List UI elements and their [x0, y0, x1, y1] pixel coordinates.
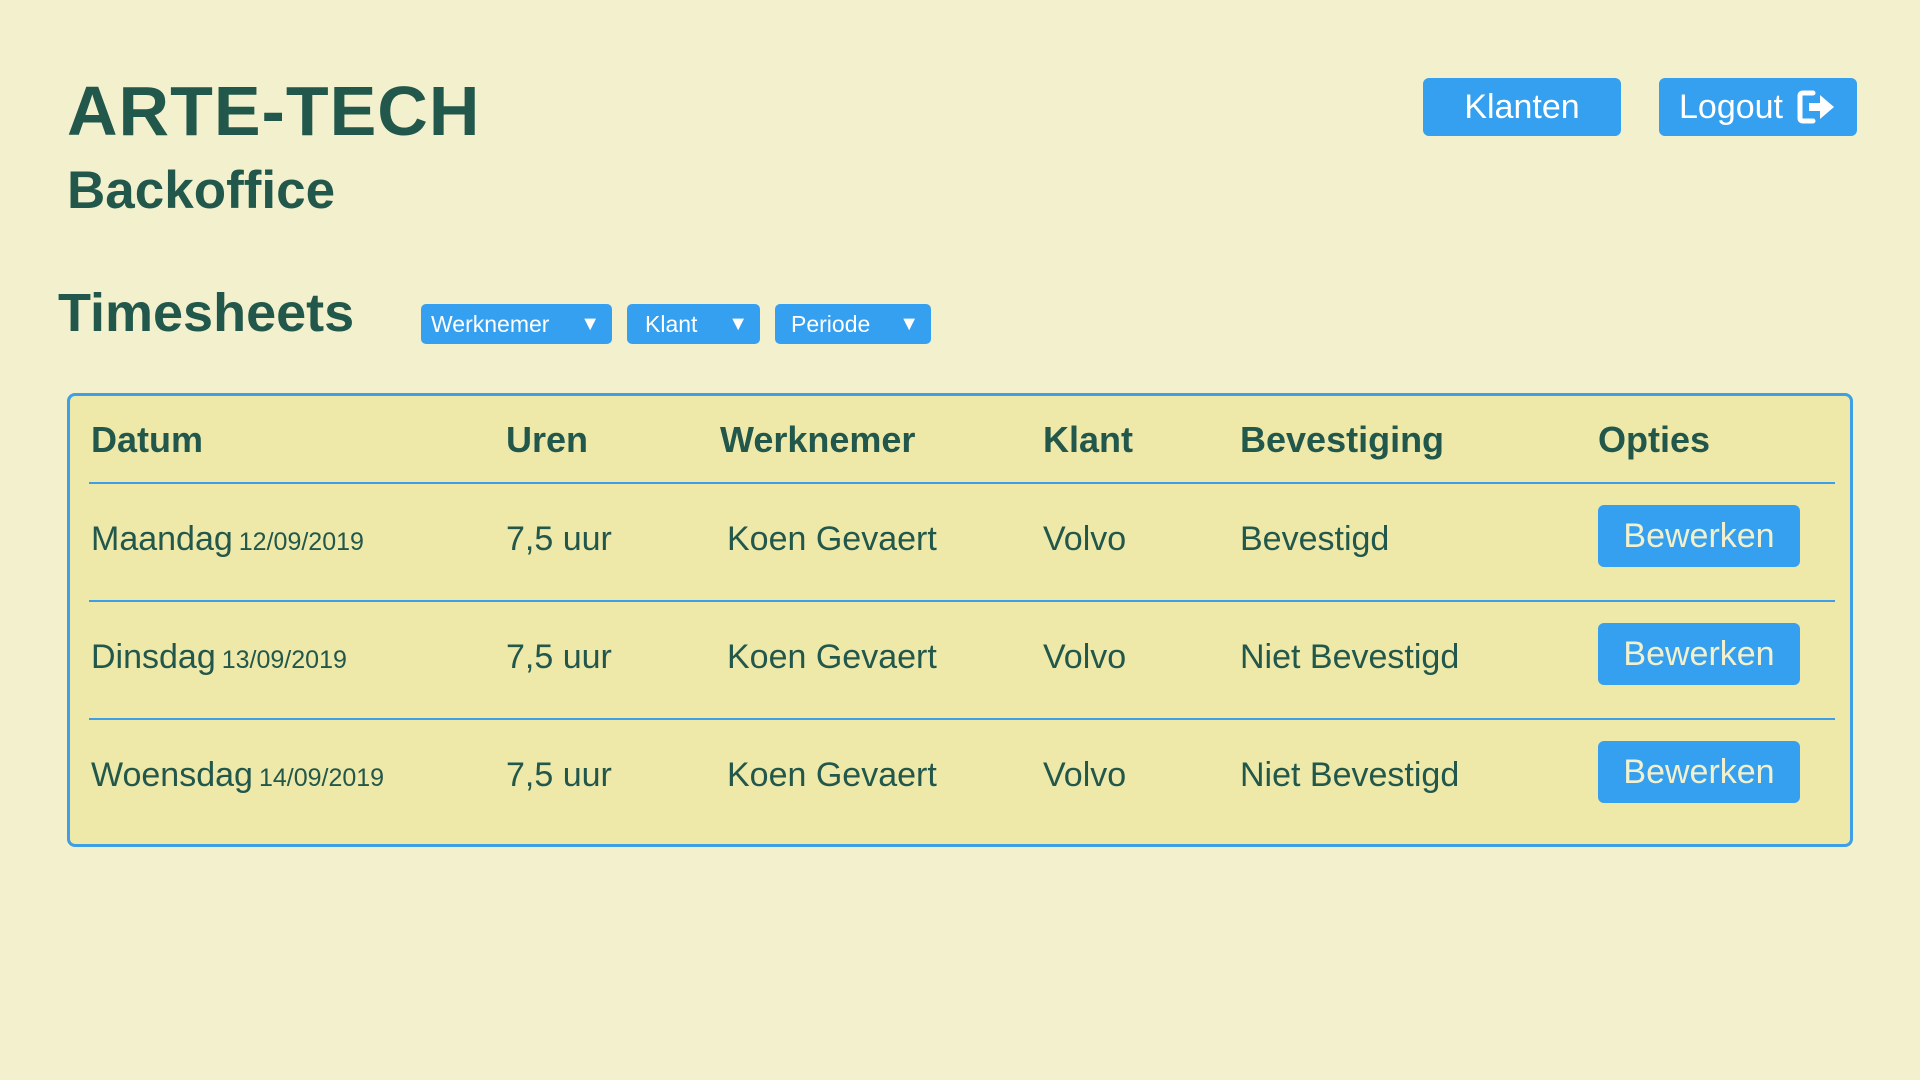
- filter-bar: Werknemer ▼ Klant ▼ Periode ▼: [421, 304, 931, 344]
- edit-button[interactable]: Bewerken: [1598, 623, 1800, 685]
- filter-werknemer-dropdown[interactable]: Werknemer ▼: [421, 304, 612, 344]
- filter-klant-dropdown[interactable]: Klant ▼: [627, 304, 760, 344]
- caret-down-icon: ▼: [580, 313, 600, 335]
- table-row: Dinsdag 13/09/2019 7,5 uur Koen Gevaert V…: [70, 602, 1850, 718]
- table-row: Maandag 12/09/2019 7,5 uur Koen Gevaert V…: [70, 484, 1850, 600]
- day-name: Woensdag: [91, 756, 253, 794]
- klanten-button-label: Klanten: [1464, 87, 1580, 126]
- filter-periode-dropdown[interactable]: Periode ▼: [775, 304, 931, 344]
- cell-klant: Volvo: [1043, 638, 1127, 676]
- logout-button-label: Logout: [1679, 87, 1783, 126]
- edit-button[interactable]: Bewerken: [1598, 741, 1800, 803]
- sign-out-icon: [1797, 90, 1837, 124]
- brand-subtitle: Backoffice: [67, 161, 336, 220]
- cell-bevestiging: Bevestigd: [1240, 520, 1390, 558]
- cell-werknemer: Koen Gevaert: [727, 638, 937, 676]
- page-title: Timesheets: [58, 283, 355, 343]
- day-date: 13/09/2019: [221, 646, 347, 674]
- brand: ARTE-TECH Backoffice: [67, 66, 480, 226]
- column-header-datum: Datum: [91, 419, 204, 460]
- column-header-uren: Uren: [506, 419, 589, 460]
- column-header-klant: Klant: [1043, 419, 1133, 460]
- cell-werknemer: Koen Gevaert: [727, 756, 937, 794]
- day-date: 12/09/2019: [238, 528, 364, 556]
- cell-datum: Dinsdag 13/09/2019: [91, 637, 347, 680]
- filter-label: Klant: [645, 310, 698, 337]
- cell-klant: Volvo: [1043, 520, 1127, 558]
- caret-down-icon: ▼: [899, 313, 919, 335]
- day-name: Dinsdag: [91, 638, 216, 676]
- klanten-button[interactable]: Klanten: [1423, 78, 1621, 136]
- column-header-bevestiging: Bevestiging: [1240, 419, 1445, 460]
- edit-button[interactable]: Bewerken: [1598, 505, 1800, 567]
- day-name: Maandag: [91, 520, 233, 558]
- timesheets-table: Datum Uren Werknemer Klant Bevestiging O…: [67, 393, 1853, 847]
- cell-uren: 7,5 uur: [506, 520, 612, 558]
- caret-down-icon: ▼: [728, 313, 748, 335]
- logout-button[interactable]: Logout: [1659, 78, 1857, 136]
- filter-label: Periode: [791, 310, 871, 337]
- table-row: Woensdag 14/09/2019 7,5 uur Koen Gevaert …: [70, 720, 1850, 836]
- column-header-opties: Opties: [1598, 419, 1711, 460]
- table-header: Datum Uren Werknemer Klant Bevestiging O…: [70, 396, 1850, 484]
- filter-label: Werknemer: [431, 310, 550, 337]
- day-date: 14/09/2019: [258, 764, 385, 792]
- cell-datum: Woensdag 14/09/2019: [91, 755, 384, 798]
- column-header-werknemer: Werknemer: [720, 419, 916, 460]
- cell-bevestiging: Niet Bevestigd: [1240, 756, 1460, 794]
- cell-klant: Volvo: [1043, 756, 1127, 794]
- cell-datum: Maandag 12/09/2019: [91, 519, 364, 562]
- top-nav: Klanten Logout: [1423, 78, 1857, 136]
- cell-werknemer: Koen Gevaert: [727, 520, 937, 558]
- cell-uren: 7,5 uur: [506, 638, 612, 676]
- cell-bevestiging: Niet Bevestigd: [1240, 638, 1460, 676]
- brand-title: ARTE-TECH: [67, 72, 481, 150]
- cell-uren: 7,5 uur: [506, 756, 612, 794]
